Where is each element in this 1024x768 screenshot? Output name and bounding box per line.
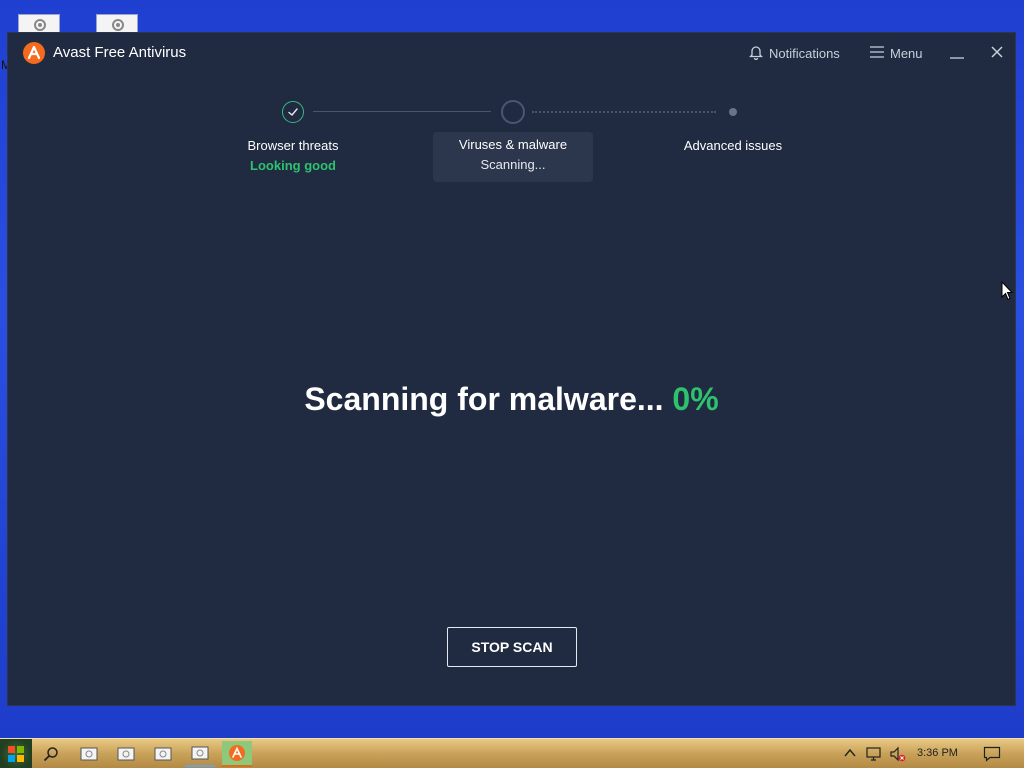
step-browser-threats: Browser threats Looking good — [213, 133, 373, 183]
step-pending-dot — [729, 108, 737, 116]
taskbar-app-button[interactable] — [148, 741, 178, 767]
taskbar-search-button[interactable] — [36, 741, 66, 767]
start-button[interactable] — [0, 739, 32, 768]
step-name: Browser threats — [247, 138, 339, 153]
taskbar-app-button[interactable] — [185, 741, 215, 767]
window-icon — [191, 746, 209, 760]
chevron-up-icon — [844, 748, 856, 757]
minimize-icon — [950, 57, 964, 59]
hamburger-icon — [870, 45, 884, 61]
scan-headline: Scanning for malware... 0% — [8, 381, 1015, 418]
menu-button[interactable]: Menu — [870, 44, 923, 62]
close-icon — [991, 46, 1003, 58]
taskbar-clock[interactable]: 3:36 PM — [917, 747, 958, 759]
title-bar: Avast Free Antivirus Notifications Menu — [8, 33, 1015, 73]
search-icon — [43, 747, 58, 762]
step-advanced-issues: Advanced issues — [653, 133, 813, 183]
window-icon — [154, 747, 172, 761]
step-name: Viruses & malware — [458, 137, 568, 152]
notifications-label: Notifications — [769, 45, 840, 61]
bell-icon — [748, 44, 764, 63]
window-icon — [80, 747, 98, 761]
action-center-button[interactable] — [983, 746, 1001, 767]
volume-tray-button[interactable] — [889, 746, 907, 767]
window-icon — [117, 747, 135, 761]
network-tray-button[interactable] — [865, 746, 883, 767]
desktop-icon[interactable] — [96, 14, 138, 34]
step-viruses-malware: Viruses & malware Scanning... — [433, 132, 593, 182]
scan-percent: 0% — [672, 381, 719, 417]
avast-icon — [229, 745, 245, 761]
stop-scan-button[interactable]: STOP SCAN — [447, 627, 577, 667]
scan-headline-text: Scanning for malware... — [304, 381, 664, 417]
show-hidden-icons-button[interactable] — [843, 746, 857, 765]
volume-muted-icon — [890, 746, 906, 762]
menu-label: Menu — [890, 45, 923, 61]
step-status: Looking good — [250, 158, 336, 173]
avast-window: Avast Free Antivirus Notifications Menu … — [7, 32, 1016, 706]
avast-logo-icon — [23, 42, 45, 64]
notifications-button[interactable]: Notifications — [748, 44, 840, 63]
stepper-connector-done — [313, 111, 491, 112]
taskbar-app-button[interactable] — [111, 741, 141, 767]
step-status: Scanning... — [480, 157, 546, 172]
stepper-connector-pending — [532, 111, 716, 113]
network-icon — [866, 747, 881, 761]
app-title: Avast Free Antivirus — [53, 44, 187, 61]
taskbar-avast-button[interactable] — [222, 741, 252, 767]
minimize-button[interactable] — [948, 43, 966, 61]
notification-center-icon — [983, 746, 1001, 762]
taskbar: 3:36 PM — [0, 738, 1024, 768]
step-name: Advanced issues — [683, 138, 783, 153]
taskbar-app-button[interactable] — [74, 741, 104, 767]
close-button[interactable] — [988, 43, 1006, 61]
mouse-cursor-icon — [1001, 280, 1014, 306]
step-complete-check-icon — [282, 101, 304, 123]
desktop-icon[interactable] — [18, 14, 60, 34]
windows-logo-icon — [8, 746, 24, 762]
step-active-indicator — [501, 100, 525, 124]
